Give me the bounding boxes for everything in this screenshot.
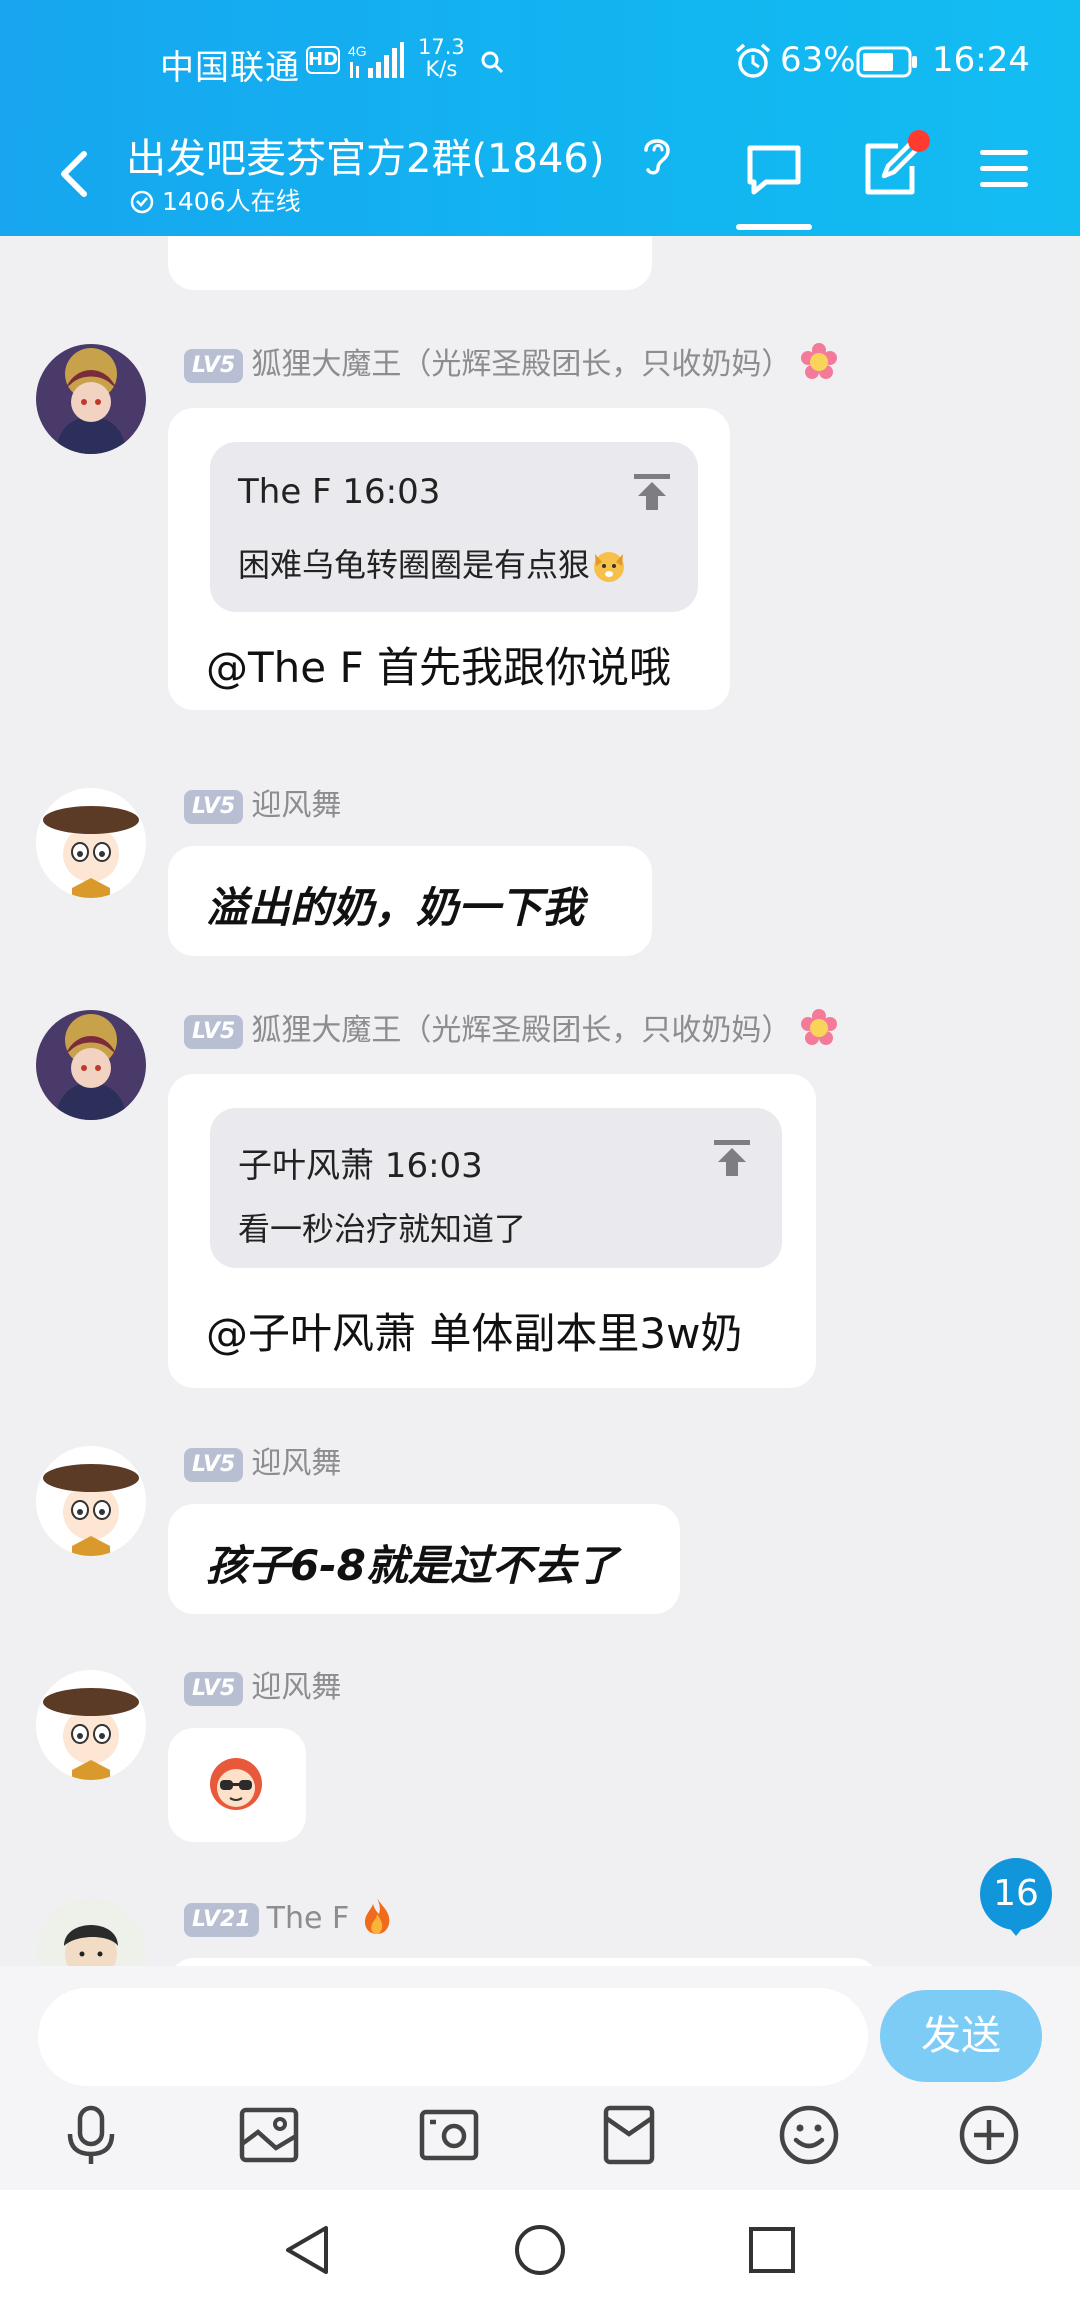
sender-line: LV5 狐狸大魔王（光辉圣殿团长，只收奶妈） (184, 1008, 839, 1049)
message-bubble[interactable]: 溢出的奶，奶一下我 (168, 846, 652, 956)
microphone-icon[interactable] (58, 2102, 124, 2168)
input-area: 发送 (0, 1966, 1080, 2190)
fire-icon (365, 1898, 390, 1934)
level-badge: LV5 (184, 1448, 244, 1482)
message-bubble[interactable]: 子叶风萧 16:03 看一秒治疗就知道了 @子叶风萧 单体副本里3w奶 (168, 1074, 816, 1388)
level-badge: LV5 (184, 790, 244, 824)
avatar[interactable] (36, 1898, 146, 1966)
nav-back-icon[interactable] (278, 2220, 338, 2280)
sender-name[interactable]: 狐狸大魔王（光辉圣殿团长，只收奶妈） (251, 1013, 791, 1048)
sunglasses-girl-sticker-icon[interactable] (206, 1754, 266, 1814)
sender-name[interactable]: 狐狸大魔王（光辉圣殿团长，只收奶妈） (251, 347, 791, 382)
red-packet-icon[interactable] (596, 2102, 662, 2168)
clock: 16:24 (932, 40, 1030, 80)
level-badge: LV5 (184, 1672, 244, 1706)
flower-icon (801, 1009, 838, 1045)
nav-recents-icon[interactable] (742, 2220, 802, 2280)
quote-author-time: The F 16:03 (238, 472, 441, 512)
online-label: 1406人在线 (162, 187, 301, 216)
quoted-reply[interactable]: 子叶风萧 16:03 看一秒治疗就知道了 (210, 1108, 782, 1268)
avatar[interactable] (36, 1446, 146, 1556)
signal-icon: 4G (348, 42, 404, 78)
chat-bubble-icon[interactable] (744, 142, 804, 198)
sender-name[interactable]: 迎风舞 (251, 1670, 341, 1705)
message-text: @The F 首先我跟你说哦 (206, 643, 671, 692)
message-bubble-partial[interactable] (168, 1958, 880, 1966)
ear-icon[interactable] (636, 132, 676, 176)
fox-avatar-image (36, 344, 146, 454)
unread-badge-tail (1006, 1924, 1026, 1936)
message-bubble[interactable] (168, 1728, 306, 1842)
hd-badge: HD (306, 46, 340, 74)
menu-icon[interactable] (978, 146, 1030, 192)
nav-home-icon[interactable] (510, 2220, 570, 2280)
sender-name[interactable]: The F (267, 1901, 350, 1936)
image-icon[interactable] (236, 2102, 302, 2168)
level-badge: LV5 (184, 1015, 244, 1049)
battery-percent: 63% (780, 40, 856, 80)
battery-icon (856, 46, 917, 78)
sender-line: LV5 迎风舞 (184, 1668, 341, 1708)
active-tab-indicator (736, 224, 812, 230)
fox-avatar-image (36, 1010, 146, 1120)
hat-girl-avatar-image (36, 1670, 146, 1780)
sender-line: LV5 狐狸大魔王（光辉圣殿团长，只收奶妈） (184, 342, 839, 383)
online-count: 1406人在线 (130, 182, 301, 218)
quote-text: 看一秒治疗就知道了 (238, 1210, 527, 1248)
sender-line: LV21 The F (184, 1896, 397, 1937)
jump-to-top-icon[interactable] (710, 1136, 754, 1180)
hat-girl-avatar-image (36, 1446, 146, 1556)
header: 中国联通 HD 4G 17.3 K/s 63% 16:24 出发吧麦芬官方2群(… (0, 0, 1080, 236)
avatar[interactable] (36, 344, 146, 454)
level-badge: LV21 (184, 1903, 259, 1937)
sender-line: LV5 迎风舞 (184, 1444, 341, 1484)
unread-count-badge[interactable]: 16 (980, 1858, 1052, 1930)
nav-bar: 出发吧麦芬官方2群(1846) 1406人在线 (0, 120, 1080, 236)
man-avatar-image (36, 1898, 146, 1966)
sender-name[interactable]: 迎风舞 (251, 788, 341, 823)
quote-text: 困难乌龟转圈圈是有点狠 (238, 540, 628, 586)
dog-emoji-icon (594, 552, 625, 582)
quote-author-time: 子叶风萧 16:03 (238, 1146, 483, 1186)
level-badge: LV5 (184, 349, 244, 383)
avatar[interactable] (36, 1670, 146, 1780)
sender-line: LV5 迎风舞 (184, 786, 341, 826)
online-check-icon (130, 190, 154, 214)
message-text: 溢出的奶，奶一下我 (206, 883, 585, 932)
notification-dot (908, 130, 930, 152)
message-text: 孩子6-8就是过不去了 (206, 1541, 618, 1590)
quoted-reply[interactable]: The F 16:03 困难乌龟转圈圈是有点狠 (210, 442, 698, 612)
sender-name[interactable]: 迎风舞 (251, 1446, 341, 1481)
flower-icon (801, 343, 838, 379)
message-bubble[interactable]: The F 16:03 困难乌龟转圈圈是有点狠 @The F 首先我跟你说哦 (168, 408, 730, 710)
plus-icon[interactable] (956, 2102, 1022, 2168)
avatar[interactable] (36, 788, 146, 898)
system-nav-bar (0, 2190, 1080, 2310)
carrier-label: 中国联通 (160, 48, 300, 88)
emoji-icon[interactable] (776, 2102, 842, 2168)
hat-girl-avatar-image (36, 788, 146, 898)
speed-value: 17.3 (418, 35, 465, 59)
group-title[interactable]: 出发吧麦芬官方2群(1846) (126, 126, 604, 184)
search-icon (481, 51, 504, 74)
send-button[interactable]: 发送 (880, 1990, 1042, 2082)
status-bar: 中国联通 HD 4G 17.3 K/s 63% 16:24 (0, 0, 1080, 120)
network-speed: 17.3 K/s (418, 36, 465, 80)
avatar[interactable] (36, 1010, 146, 1120)
jump-to-top-icon[interactable] (630, 470, 674, 514)
message-bubble-partial[interactable] (168, 236, 652, 290)
alarm-icon (735, 43, 771, 78)
chat-area[interactable]: LV5 狐狸大魔王（光辉圣殿团长，只收奶妈） The F 16:03 困难乌龟转圈… (0, 236, 1080, 1966)
camera-icon[interactable] (416, 2102, 482, 2168)
net-type-label: 4G (348, 43, 367, 59)
message-bubble[interactable]: 孩子6-8就是过不去了 (168, 1504, 680, 1614)
message-input[interactable] (38, 1988, 868, 2086)
message-text: @子叶风萧 单体副本里3w奶 (206, 1309, 743, 1358)
speed-unit: K/s (425, 57, 458, 81)
back-arrow-icon[interactable] (54, 144, 94, 204)
